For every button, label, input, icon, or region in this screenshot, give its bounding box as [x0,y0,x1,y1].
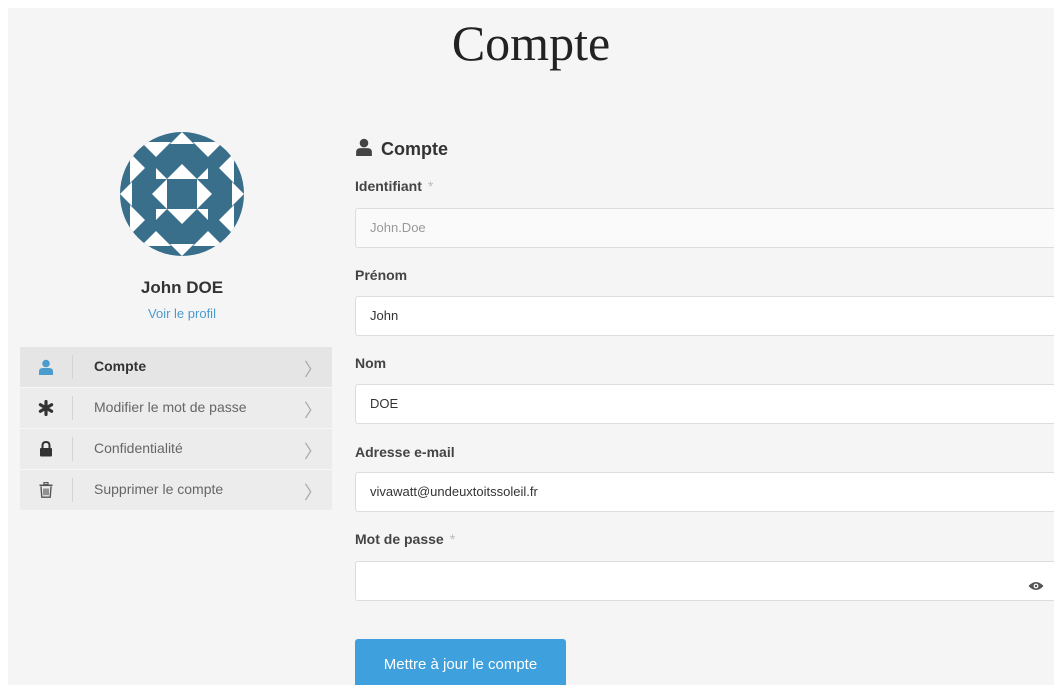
trash-icon [20,470,72,510]
form-title: Compte [355,138,448,161]
username-label-text: Identifiant [355,178,422,194]
menu-item-label: Compte [94,358,147,374]
email-label: Adresse e-mail [355,444,455,460]
password-label-text: Mot de passe [355,531,444,547]
chevron-right-icon: 〉 [304,401,322,422]
password-label: Mot de passe * [355,531,455,547]
update-account-button[interactable]: Mettre à jour le compte [355,639,566,685]
avatar [120,132,244,256]
menu-divider [72,396,73,420]
lock-icon [20,429,72,469]
first-name-field[interactable]: John [355,296,1054,336]
menu-divider [72,478,73,502]
form-title-text: Compte [381,139,448,159]
user-icon [20,347,72,387]
menu-item-delete-account[interactable]: Supprimer le compte 〉 [20,470,332,511]
menu-item-privacy[interactable]: Confidentialité 〉 [20,429,332,470]
page-title: Compte [451,15,611,71]
menu-divider [72,355,73,379]
menu-item-change-password[interactable]: Modifier le mot de passe 〉 [20,388,332,429]
required-mark: * [449,531,456,547]
last-name-label: Nom [355,355,387,371]
email-field[interactable]: vivawatt@undeuxtoitssoleil.fr [355,472,1054,512]
user-name: John DOE [140,278,224,297]
username-field[interactable]: John.Doe [355,208,1054,248]
chevron-right-icon: 〉 [304,483,322,504]
account-side-menu: Compte 〉 Modifier le mot de passe 〉 Conf… [20,347,332,511]
first-name-label: Prénom [355,267,408,283]
user-icon [355,138,373,161]
menu-item-label: Modifier le mot de passe [94,399,247,415]
menu-item-label: Supprimer le compte [94,481,224,497]
menu-divider [72,437,73,461]
menu-item-label: Confidentialité [94,440,183,456]
show-password-eye-icon[interactable] [1028,578,1044,596]
page: Compte John DOE Voir le profil Compte 〉 … [8,8,1054,685]
menu-item-account[interactable]: Compte 〉 [20,347,332,388]
last-name-field[interactable]: DOE [355,384,1054,424]
username-label: Identifiant * [355,178,433,194]
view-profile-link[interactable]: Voir le profil [86,306,278,321]
asterisk-icon [20,388,72,428]
required-mark: * [427,178,434,194]
chevron-right-icon: 〉 [304,360,322,381]
password-field[interactable] [355,561,1054,601]
chevron-right-icon: 〉 [304,442,322,463]
